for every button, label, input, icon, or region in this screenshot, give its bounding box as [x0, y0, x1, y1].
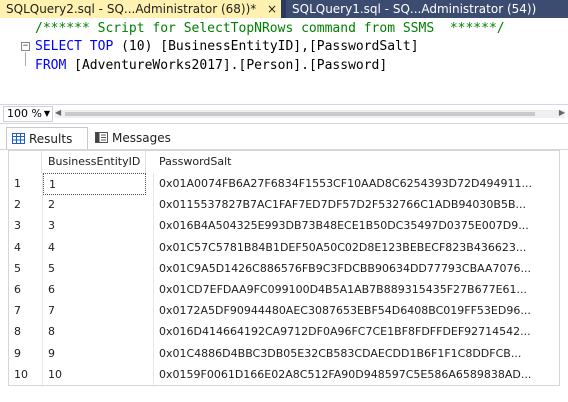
editor-horizontal-scrollbar[interactable]: ◀ ▶ [55, 108, 565, 118]
tab-messages-label: Messages [112, 131, 171, 145]
zoom-bar: 100 % ▼ ◀ ▶ [0, 104, 568, 124]
select-columns: (10) [BusinessEntityID],[PasswordSalt] [113, 39, 419, 54]
editor-from-line: FROM [AdventureWorks2017].[Person].[Pass… [35, 57, 387, 75]
tab-sqlquery2[interactable]: SQLQuery2.sql - SQ...Administrator (68))… [0, 0, 281, 18]
collapse-toggle-icon[interactable]: − [21, 42, 30, 51]
table-row[interactable]: 10 10 0x0159F0061D166E02A8C512FA90D948597C… [9, 364, 559, 386]
businessentityid-cell[interactable]: 10 [43, 364, 146, 386]
scroll-left-icon[interactable]: ◀ [55, 108, 61, 117]
passwordsalt-cell[interactable]: 0x01A0074FB6A27F6834F1553CF10AAD8C625439… [154, 173, 554, 195]
passwordsalt-cell[interactable]: 0x01C4886D4BBC3DB05E32CB583CDAECDD1B6F1F… [154, 343, 554, 365]
column-header-passwordsalt[interactable]: PasswordSalt [154, 151, 554, 173]
row-number-header [9, 151, 42, 173]
row-number-cell[interactable]: 9 [9, 343, 42, 365]
row-number-cell[interactable]: 1 [9, 173, 42, 195]
scrollbar-thumb[interactable] [65, 112, 535, 116]
table-row[interactable]: 4 4 0x01C57C5781B84B1DEF50A50C02D8E123BEBE… [9, 237, 559, 259]
businessentityid-cell[interactable]: 8 [43, 321, 146, 343]
table-row[interactable]: 7 7 0x0172A5DF90944480AEC3087653EBF54D6408… [9, 300, 559, 322]
scroll-right-icon[interactable]: ▶ [559, 108, 565, 117]
row-number-cell[interactable]: 4 [9, 237, 42, 259]
businessentityid-cell[interactable]: 9 [43, 343, 146, 365]
table-row[interactable]: 9 9 0x01C4886D4BBC3DB05E32CB583CDAECDD1B6F… [9, 343, 559, 365]
businessentityid-cell[interactable]: 5 [43, 258, 146, 280]
select-keyword: SELECT TOP [35, 39, 114, 54]
table-row[interactable]: 6 6 0x01CD7EFDAA9FC099100D4B5A1AB7B8893154… [9, 279, 559, 301]
tab-results[interactable]: Results [6, 127, 88, 149]
businessentityid-cell[interactable]: 4 [43, 237, 146, 259]
zoom-value: 100 % [7, 107, 42, 120]
table-row[interactable]: 5 5 0x01C9A5D1426C886576FB9C3FDCBB90634DD7… [9, 258, 559, 280]
messages-icon [95, 132, 108, 143]
passwordsalt-cell[interactable]: 0x0115537827B7AC1FAF7ED7DF57D2F532766C1A… [154, 194, 554, 216]
tab-close-icon[interactable]: × [267, 0, 277, 18]
query-editor[interactable]: /****** Script for SelectTopNRows comman… [0, 18, 568, 104]
passwordsalt-cell[interactable]: 0x0159F0061D166E02A8C512FA90D948597C5E58… [154, 364, 554, 386]
table-row[interactable]: 8 8 0x016D414664192CA9712DF0A96FC7CE1BF8FD… [9, 321, 559, 343]
tab-messages[interactable]: Messages [90, 127, 180, 149]
table-row[interactable]: 3 3 0x016B4A504325E993DB73B48ECE1B50DC3549… [9, 215, 559, 237]
column-header-businessentityid[interactable]: BusinessEntityID [43, 151, 146, 173]
passwordsalt-cell[interactable]: 0x01C9A5D1426C886576FB9C3FDCBB90634DD777… [154, 258, 554, 280]
results-tab-bar: Results Messages [0, 124, 568, 150]
chevron-down-icon: ▼ [43, 109, 50, 118]
row-number-cell[interactable]: 2 [9, 194, 42, 216]
businessentityid-cell[interactable]: 6 [43, 279, 146, 301]
row-number-cell[interactable]: 8 [9, 321, 42, 343]
passwordsalt-cell[interactable]: 0x0172A5DF90944480AEC3087653EBF54D6408BC… [154, 300, 554, 322]
businessentityid-cell[interactable]: 1 [43, 173, 146, 195]
row-number-cell[interactable]: 10 [9, 364, 42, 386]
tab-sqlquery1-label: SQLQuery1.sql - SQ...Administrator (54)) [292, 2, 537, 16]
tab-results-label: Results [29, 132, 73, 146]
passwordsalt-cell[interactable]: 0x01CD7EFDAA9FC099100D4B5A1AB7B889315435… [154, 279, 554, 301]
document-tab-bar: SQLQuery2.sql - SQ...Administrator (68))… [0, 0, 568, 18]
row-number-cell[interactable]: 5 [9, 258, 42, 280]
row-number-cell[interactable]: 7 [9, 300, 42, 322]
editor-comment-line: /****** Script for SelectTopNRows comman… [35, 21, 505, 36]
editor-select-line: SELECT TOP (10) [BusinessEntityID],[Pass… [35, 38, 419, 56]
tab-sqlquery2-label: SQLQuery2.sql - SQ...Administrator (68))… [6, 2, 257, 16]
row-number-cell[interactable]: 6 [9, 279, 42, 301]
businessentityid-cell[interactable]: 3 [43, 215, 146, 237]
from-keyword: FROM [35, 58, 67, 73]
outline-guide [25, 52, 26, 66]
grid-icon [12, 133, 25, 144]
row-number-cell[interactable]: 3 [9, 215, 42, 237]
from-table: [AdventureWorks2017].[Person].[Password] [66, 58, 388, 73]
businessentityid-cell[interactable]: 2 [43, 194, 146, 216]
results-grid[interactable]: BusinessEntityID PasswordSalt 1 1 0x01A007… [8, 150, 560, 387]
passwordsalt-cell[interactable]: 0x016D414664192CA9712DF0A96FC7CE1BF8FDFF… [154, 321, 554, 343]
passwordsalt-cell[interactable]: 0x01C57C5781B84B1DEF50A50C02D8E123BEBECF… [154, 237, 554, 259]
grid-header: BusinessEntityID PasswordSalt [9, 151, 559, 173]
table-row[interactable]: 1 1 0x01A0074FB6A27F6834F1553CF10AAD8C6254… [9, 173, 559, 195]
table-row[interactable]: 2 2 0x0115537827B7AC1FAF7ED7DF57D2F532766C… [9, 194, 559, 216]
tab-sqlquery1[interactable]: SQLQuery1.sql - SQ...Administrator (54)) [286, 0, 568, 18]
zoom-select[interactable]: 100 % ▼ [3, 106, 53, 122]
passwordsalt-cell[interactable]: 0x016B4A504325E993DB73B48ECE1B50DC35497D… [154, 215, 554, 237]
businessentityid-cell[interactable]: 7 [43, 300, 146, 322]
